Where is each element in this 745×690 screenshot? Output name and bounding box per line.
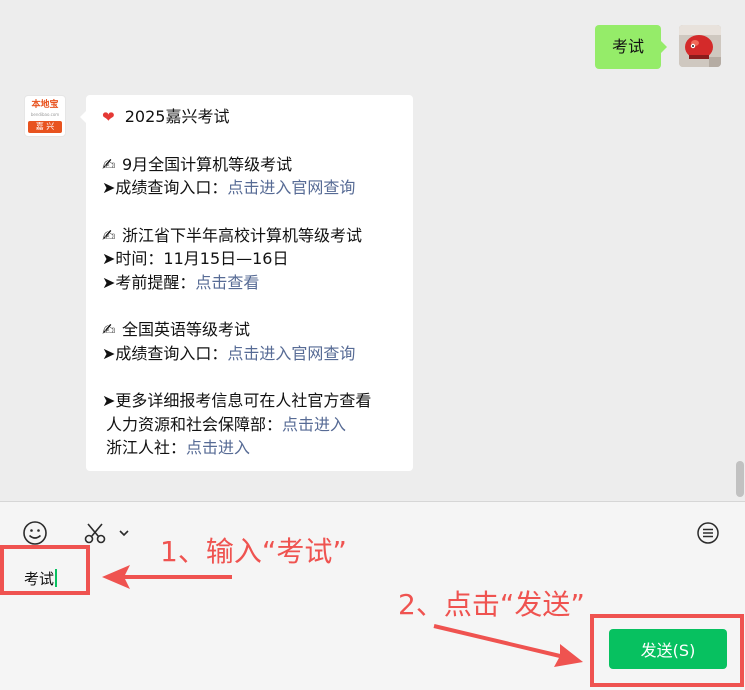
block4-zjrs-link[interactable]: 点击进入 (186, 438, 250, 457)
block3-query-link[interactable]: 点击进入官网查询 (227, 344, 355, 363)
annotation-highlight-send (590, 614, 744, 687)
user-avatar[interactable] (679, 25, 721, 67)
emoji-button[interactable] (20, 518, 50, 548)
chat-history-button[interactable] (693, 518, 723, 548)
chat-area: 考试 本地宝 bendibao.com 嘉 兴 ❤ 2025嘉兴考试 ✍ 9月全国… (0, 0, 745, 502)
bot-avatar-city: 嘉 兴 (28, 121, 62, 133)
block1-query-link[interactable]: 点击进入官网查询 (227, 178, 355, 197)
screenshot-options-button[interactable] (113, 518, 135, 548)
block3-label: ➤成绩查询入口： (102, 343, 228, 363)
writing-hand-icon: ✍ (102, 320, 116, 339)
block4-mohrss-line: 人力资源和社会保障部：点击进入 (102, 413, 413, 437)
sent-message-text: 考试 (611, 37, 644, 56)
block4-mohrss-link[interactable]: 点击进入 (282, 415, 346, 434)
block4-mohrss-label: 人力资源和社会保障部： (106, 414, 283, 434)
block1-query-line: ➤成绩查询入口：点击进入官网查询 (102, 176, 413, 200)
block2-reminder-line: ➤考前提醒：点击查看 (102, 271, 413, 295)
block1-heading-line: ✍ 9月全国计算机等级考试 (102, 153, 413, 177)
block3-heading: 全国英语等级考试 (122, 320, 251, 339)
block2-label: ➤考前提醒： (102, 272, 196, 292)
bot-avatar-url: bendibao.com (30, 112, 60, 117)
block2-heading: 浙江省下半年高校计算机等级考试 (122, 225, 363, 245)
annotation-step2: 2、点击“发送” (398, 588, 585, 621)
chat-history-icon (697, 522, 719, 544)
block4-more-info-line: ➤更多详细报考信息可在人社官方查看 (102, 391, 372, 410)
block1-heading: 9月全国计算机等级考试 (122, 154, 293, 174)
block2-view-link[interactable]: 点击查看 (195, 273, 259, 292)
message-title: 2025嘉兴考试 (124, 107, 230, 126)
bot-avatar[interactable]: 本地宝 bendibao.com 嘉 兴 (24, 95, 66, 137)
block3-query-line: ➤成绩查询入口：点击进入官网查询 (102, 342, 413, 366)
writing-hand-icon: ✍ (102, 225, 116, 245)
user-avatar-image (679, 25, 721, 67)
screenshot-button[interactable] (80, 518, 110, 548)
block4-zjrs-line: 浙江人社：点击进入 (102, 436, 413, 460)
block2-time-line: ➤时间：11月15日—16日 (102, 249, 289, 268)
message-title-line: ❤ 2025嘉兴考试 (102, 105, 413, 129)
chevron-down-icon (119, 530, 129, 537)
block4-zjrs-label: 浙江人社： (106, 438, 187, 457)
scissors-icon (84, 523, 106, 544)
emoji-icon (23, 521, 47, 545)
received-message-bubble: ❤ 2025嘉兴考试 ✍ 9月全国计算机等级考试 ➤成绩查询入口：点击进入官网查询… (80, 95, 413, 471)
writing-hand-icon: ✍ (102, 154, 116, 174)
block1-label: ➤成绩查询入口： (102, 178, 228, 197)
sent-message-bubble[interactable]: 考试 (595, 25, 667, 69)
block3-heading-line: ✍ 全国英语等级考试 (102, 318, 413, 342)
annotation-step1: 1、输入“考试” (160, 535, 347, 568)
heart-icon: ❤ (102, 108, 115, 126)
chat-scrollbar[interactable] (736, 461, 744, 497)
annotation-highlight-input (0, 545, 90, 595)
block2-heading-line: ✍ 浙江省下半年高校计算机等级考试 (102, 224, 413, 248)
